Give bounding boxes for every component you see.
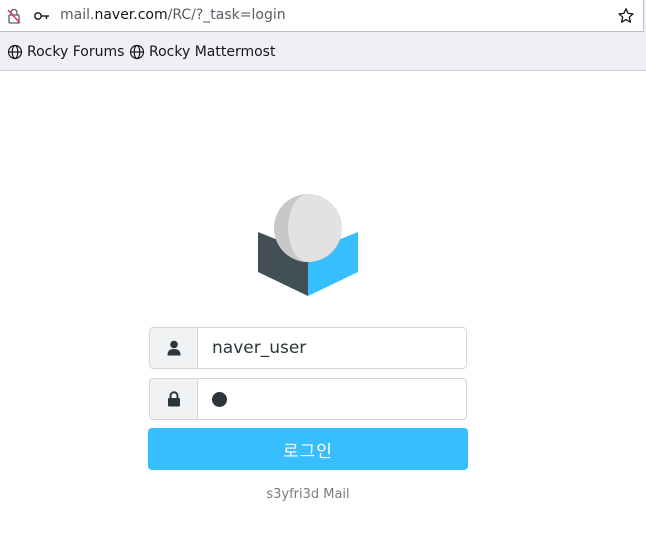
username-addon xyxy=(150,328,198,368)
user-icon xyxy=(167,340,180,356)
url-host: naver.com xyxy=(94,7,168,23)
password-input[interactable] xyxy=(198,379,466,419)
bookmark-rocky-forums[interactable]: Rocky Forums xyxy=(7,42,124,62)
lock-icon xyxy=(167,391,180,407)
url-text[interactable]: mail.naver.com/RC/?_task=login xyxy=(60,7,286,23)
username-field[interactable]: naver_user xyxy=(149,327,467,369)
key-icon[interactable] xyxy=(33,8,49,24)
browser-toolbar: mail.naver.com/RC/?_task=login Rocky For… xyxy=(0,0,646,71)
url-path: /RC/?_task=login xyxy=(167,7,286,23)
product-name: s3yfri3d Mail xyxy=(266,487,350,502)
bookmark-rocky-mattermost[interactable]: Rocky Mattermost xyxy=(129,42,275,62)
bookmark-label: Rocky Forums xyxy=(27,44,125,60)
bookmark-star-icon[interactable] xyxy=(617,7,635,25)
bookmarks-toolbar: Rocky Forums Rocky Mattermost xyxy=(0,33,646,70)
password-field[interactable] xyxy=(149,378,467,420)
url-prefix: mail. xyxy=(60,7,95,23)
insecure-lock-icon[interactable] xyxy=(6,8,22,24)
address-bar[interactable]: mail.naver.com/RC/?_task=login xyxy=(0,0,644,32)
globe-icon xyxy=(129,44,145,60)
bookmark-label: Rocky Mattermost xyxy=(149,44,276,60)
login-button[interactable]: 로그인 xyxy=(148,428,468,470)
username-input[interactable]: naver_user xyxy=(198,328,466,368)
roundcube-logo xyxy=(258,194,358,296)
password-addon xyxy=(150,379,198,419)
password-mask-dot xyxy=(212,391,227,407)
globe-icon xyxy=(7,44,23,60)
